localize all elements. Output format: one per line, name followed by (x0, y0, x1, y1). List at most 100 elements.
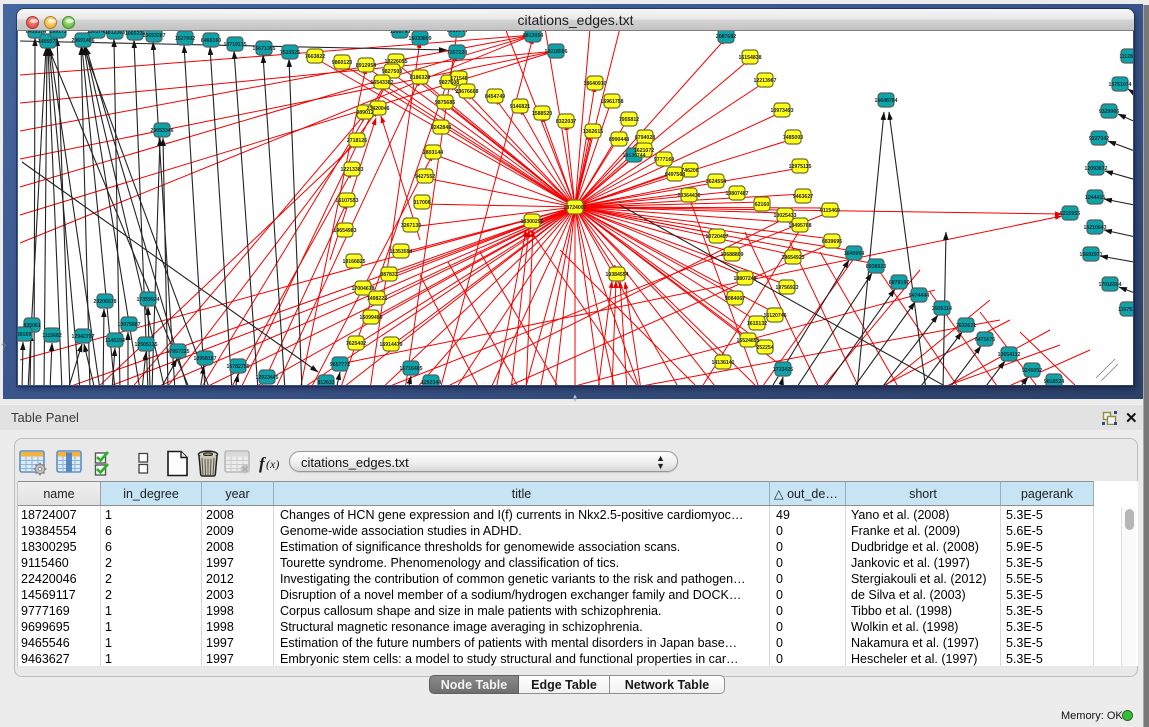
svg-text:10720407: 10720407 (705, 234, 728, 240)
svg-text:2718126: 2718126 (347, 138, 367, 144)
svg-text:3624554: 3624554 (706, 179, 726, 185)
svg-text:1615132: 1615132 (747, 321, 767, 327)
svg-text:9427552: 9427552 (415, 174, 435, 180)
svg-text:16648784: 16648784 (874, 98, 897, 104)
svg-text:1506793: 1506793 (390, 31, 410, 35)
svg-text:1292344: 1292344 (421, 380, 441, 385)
svg-text:8322037: 8322037 (556, 119, 576, 125)
svg-text:23676608: 23676608 (455, 89, 478, 95)
svg-text:9777169: 9777169 (654, 157, 674, 163)
svg-text:10688809: 10688809 (720, 252, 743, 258)
svg-text:8990448: 8990448 (609, 137, 629, 143)
svg-text:1112893: 1112893 (1119, 54, 1133, 60)
svg-text:20691406: 20691406 (71, 38, 94, 44)
svg-text:9875685: 9875685 (435, 100, 455, 106)
svg-text:16154838: 16154838 (738, 55, 761, 61)
svg-text:2087682: 2087682 (716, 34, 736, 40)
svg-text:18640910: 18640910 (583, 81, 606, 87)
svg-text:19756923: 19756923 (775, 285, 798, 291)
svg-text:1527602: 1527602 (175, 36, 195, 42)
svg-text:12093872: 12093872 (1084, 166, 1107, 172)
svg-text:9115460: 9115460 (820, 208, 840, 214)
svg-text:8454749: 8454749 (485, 94, 505, 100)
svg-text:10973493: 10973493 (770, 108, 793, 114)
svg-text:10807487: 10807487 (725, 191, 748, 197)
svg-text:9146821: 9146821 (510, 104, 530, 110)
svg-text:6839695: 6839695 (822, 239, 842, 245)
svg-text:2935114: 2935114 (932, 306, 952, 312)
svg-text:1498222: 1498222 (367, 296, 387, 302)
svg-text:7515526: 7515526 (280, 50, 300, 56)
svg-text:15692971: 15692971 (1079, 252, 1102, 258)
svg-text:8912954: 8912954 (356, 63, 376, 69)
svg-text:18807249: 18807249 (733, 276, 756, 282)
svg-text:16671355: 16671355 (252, 46, 275, 52)
svg-text:252254: 252254 (756, 345, 773, 351)
svg-text:9860123: 9860123 (332, 60, 352, 66)
svg-text:(x): (x) (266, 457, 279, 471)
svg-text:7663822: 7663822 (305, 54, 325, 60)
svg-text:17957225: 17957225 (166, 349, 189, 355)
svg-text:15751074: 15751074 (1108, 82, 1131, 88)
svg-text:1405571: 1405571 (38, 39, 58, 45)
svg-text:812633: 812633 (317, 380, 334, 385)
svg-text:1115682: 1115682 (42, 333, 62, 339)
svg-text:1733426: 1733426 (773, 367, 793, 373)
svg-text:14136141: 14136141 (711, 360, 734, 366)
svg-text:989012: 989012 (356, 110, 373, 116)
svg-text:10975887: 10975887 (117, 322, 140, 328)
svg-text:19384554: 19384554 (605, 272, 628, 278)
svg-text:15716485: 15716485 (399, 366, 422, 372)
svg-text:9657771: 9657771 (330, 362, 350, 368)
svg-text:17359924: 17359924 (136, 297, 159, 303)
svg-text:317006: 317006 (413, 200, 430, 206)
svg-text:16120746: 16120746 (763, 313, 786, 319)
svg-text:9329966: 9329966 (1099, 109, 1119, 115)
svg-text:8813054: 8813054 (523, 33, 543, 39)
svg-text:7955812: 7955812 (619, 117, 639, 123)
svg-text:9474444: 9474444 (909, 293, 929, 299)
svg-text:11353594: 11353594 (390, 249, 413, 255)
svg-text:7632621: 7632621 (956, 323, 976, 329)
svg-text:19654983: 19654983 (333, 228, 356, 234)
svg-text:13226055: 13226055 (384, 59, 407, 65)
svg-text:1362615: 1362615 (583, 129, 603, 135)
svg-text:17016504: 17016504 (1098, 282, 1121, 288)
svg-text:8471676: 8471676 (975, 337, 995, 343)
svg-text:7625402: 7625402 (346, 341, 366, 347)
svg-text:10025433: 10025433 (773, 213, 796, 219)
svg-text:7485003: 7485003 (783, 135, 803, 141)
svg-text:8215955: 8215955 (1060, 211, 1080, 217)
svg-text:12213967: 12213967 (753, 78, 776, 84)
svg-text:9242848: 9242848 (431, 125, 451, 131)
svg-text:6466160: 6466160 (201, 38, 221, 44)
svg-text:16914479: 16914479 (379, 342, 402, 348)
svg-text:17004678: 17004678 (351, 286, 374, 292)
svg-text:16210643: 16210643 (1083, 225, 1106, 231)
svg-text:39159: 39159 (18, 332, 31, 338)
svg-text:1145154: 1145154 (105, 338, 125, 344)
svg-text:6879197: 6879197 (889, 280, 909, 286)
svg-text:20206578: 20206578 (93, 299, 116, 305)
svg-text:171546: 171546 (450, 76, 467, 82)
svg-text:12505135: 12505135 (134, 342, 157, 348)
svg-text:16099489: 16099489 (359, 315, 382, 321)
svg-text:1588520: 1588520 (532, 111, 552, 117)
svg-text:18300295: 18300295 (520, 219, 543, 225)
svg-text:1640954: 1640954 (844, 251, 864, 257)
svg-text:62160: 62160 (755, 202, 770, 208)
svg-text:19218586: 19218586 (544, 49, 567, 55)
svg-text:10653287: 10653287 (142, 33, 165, 39)
svg-text:1812363: 1812363 (105, 31, 125, 36)
svg-text:16961758: 16961758 (600, 99, 623, 105)
svg-text:16524851: 16524851 (736, 338, 759, 344)
svg-text:835061: 835061 (23, 323, 40, 329)
svg-text:9084067: 9084067 (725, 296, 745, 302)
svg-text:9827503: 9827503 (382, 69, 402, 75)
svg-text:8418374: 8418374 (26, 31, 46, 35)
svg-text:19654923: 19654923 (781, 255, 804, 261)
svg-text:8186328: 8186328 (410, 75, 430, 81)
svg-text:16033809: 16033809 (408, 36, 431, 42)
svg-text:16782759: 16782759 (226, 364, 249, 370)
svg-text:18724007: 18724007 (563, 205, 586, 211)
